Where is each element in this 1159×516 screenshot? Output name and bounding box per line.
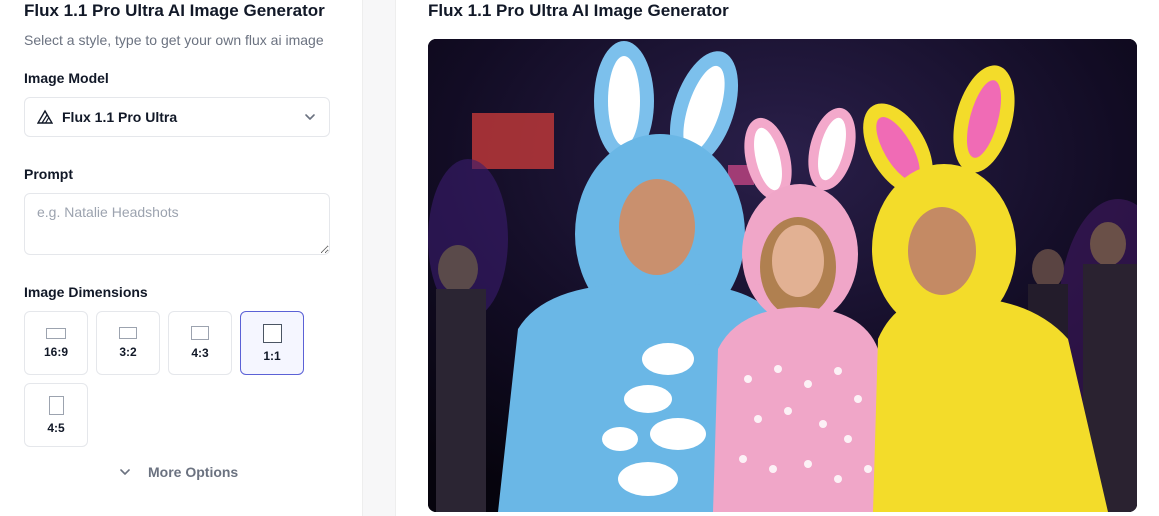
- dimension-label: 4:5: [47, 420, 65, 435]
- portrait-ratio-icon: [48, 395, 64, 415]
- chevron-down-icon: [303, 110, 317, 124]
- settings-panel: Flux 1.1 Pro Ultra AI Image Generator Se…: [0, 0, 362, 516]
- dimension-option-4-5[interactable]: 4:5: [24, 383, 88, 447]
- dimension-label: 1:1: [263, 348, 281, 363]
- image-dimensions-label: Image Dimensions: [24, 284, 148, 300]
- landscape-ratio-icon: [46, 327, 66, 339]
- page-subtitle: Select a style, type to get your own flu…: [24, 32, 324, 48]
- chevron-down-icon: [118, 465, 132, 479]
- dimension-label: 4:3: [191, 346, 209, 360]
- dimension-label: 16:9: [43, 344, 69, 359]
- square-ratio-icon: [262, 323, 282, 343]
- image-model-label: Image Model: [24, 70, 109, 86]
- page-title: Flux 1.1 Pro Ultra AI Image Generator: [24, 1, 325, 20]
- dimension-option-4-3[interactable]: 4:3: [168, 311, 232, 375]
- prompt-label: Prompt: [24, 166, 73, 182]
- panel-divider: [362, 0, 396, 516]
- result-title: Flux 1.1 Pro Ultra AI Image Generator: [428, 1, 729, 20]
- dimension-option-1-1[interactable]: 1:1: [240, 311, 304, 375]
- generated-image: [428, 39, 1137, 512]
- more-options-label: More Options: [148, 464, 239, 480]
- dimension-option-16-9[interactable]: 16:9: [24, 311, 88, 375]
- dimension-option-3-2[interactable]: 3:2: [96, 311, 160, 375]
- image-model-value: Flux 1.1 Pro Ultra: [62, 109, 178, 125]
- landscape-ratio-icon: [119, 327, 137, 339]
- dimension-label: 3:2: [119, 345, 137, 359]
- triangle-logo-icon: [37, 109, 53, 125]
- image-model-select[interactable]: Flux 1.1 Pro Ultra: [24, 97, 330, 137]
- more-options-toggle[interactable]: More Options: [118, 464, 238, 480]
- prompt-input[interactable]: [24, 193, 330, 255]
- landscape-ratio-icon: [191, 326, 209, 340]
- party-bunny-costumes-image: [428, 39, 1137, 512]
- result-panel: Flux 1.1 Pro Ultra AI Image Generator: [396, 0, 1159, 516]
